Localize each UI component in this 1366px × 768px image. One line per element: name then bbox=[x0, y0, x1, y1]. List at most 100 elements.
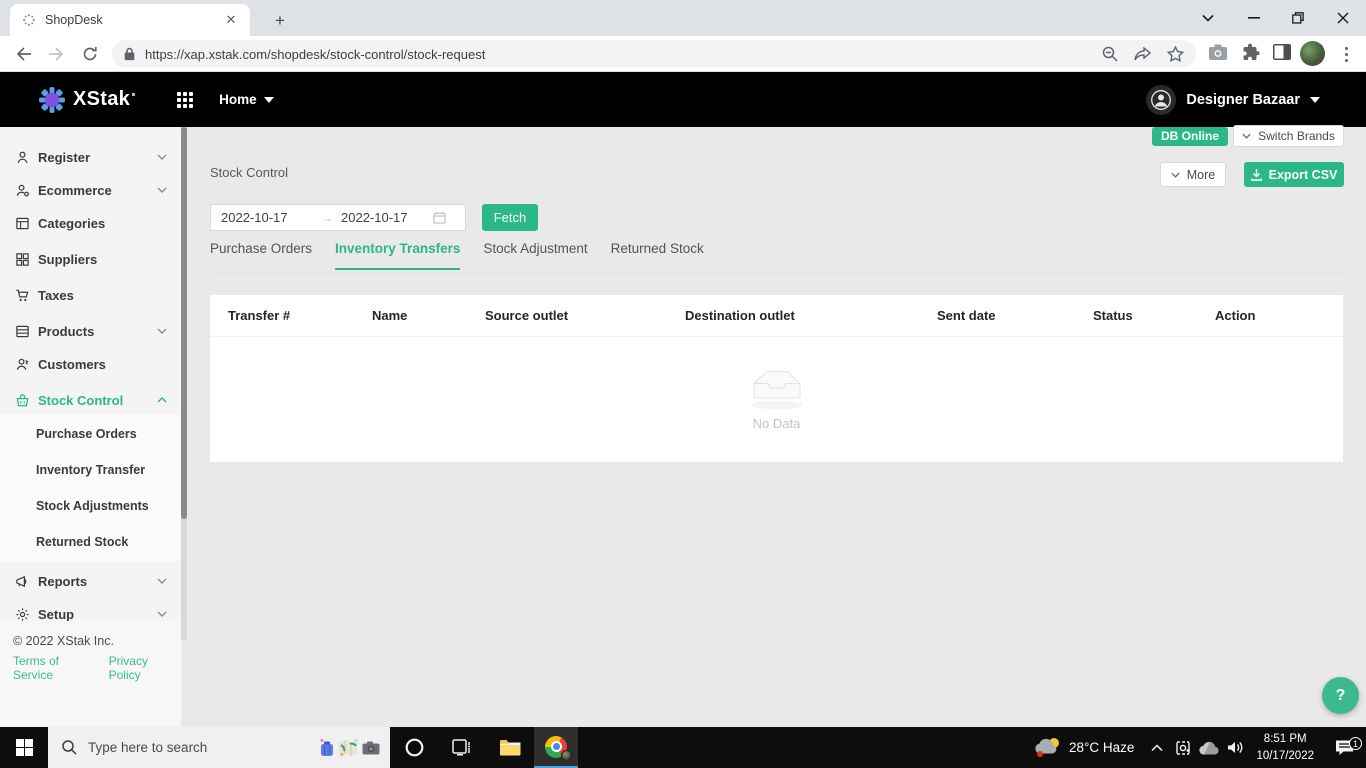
sidebar-subitem-purchase-orders[interactable]: Purchase Orders bbox=[36, 427, 137, 441]
col-name: Name bbox=[372, 308, 408, 323]
sidebar-item-ecommerce[interactable]: Ecommerce bbox=[0, 178, 181, 202]
sidebar-label: Categories bbox=[38, 215, 106, 231]
app-body: Register Ecommerce Categories Suppliers … bbox=[0, 125, 1366, 727]
weather-icon bbox=[1034, 737, 1060, 758]
copyright-text: © 2022 XStak Inc. bbox=[13, 634, 114, 648]
person-icon bbox=[15, 150, 31, 165]
col-source-outlet: Source outlet bbox=[485, 308, 569, 323]
volume-icon[interactable] bbox=[1222, 740, 1248, 755]
date-to-input[interactable]: 2022-10-17 bbox=[341, 210, 433, 225]
sidebar-subitem-inventory-transfer[interactable]: Inventory Transfer bbox=[36, 463, 145, 477]
sidebar-item-register[interactable]: Register bbox=[0, 145, 181, 169]
window-close-button[interactable] bbox=[1328, 6, 1358, 30]
url-text[interactable]: https://xap.xstak.com/shopdesk/stock-con… bbox=[145, 47, 1086, 62]
sidebar-item-reports[interactable]: Reports bbox=[0, 569, 181, 593]
tab-title: ShopDesk bbox=[45, 13, 103, 27]
fetch-button[interactable]: Fetch bbox=[482, 204, 538, 231]
tab-stock-adjustment[interactable]: Stock Adjustment bbox=[483, 241, 587, 268]
camera-icon bbox=[362, 741, 380, 754]
browser-tab[interactable]: ShopDesk ✕ bbox=[10, 4, 250, 36]
tab-returned-stock[interactable]: Returned Stock bbox=[611, 241, 704, 268]
side-panel-icon[interactable] bbox=[1272, 43, 1292, 61]
forward-button[interactable] bbox=[44, 42, 68, 66]
sidebar-label: Stock Control bbox=[38, 392, 124, 408]
date-range-picker[interactable]: 2022-10-17 → 2022-10-17 bbox=[210, 204, 466, 231]
tab-purchase-orders[interactable]: Purchase Orders bbox=[210, 241, 312, 268]
chevron-down-icon bbox=[1242, 133, 1251, 139]
more-label: More bbox=[1186, 167, 1216, 182]
cortana-button[interactable] bbox=[390, 727, 438, 768]
new-tab-button[interactable]: + bbox=[268, 9, 292, 33]
refresh-button[interactable] bbox=[78, 42, 102, 66]
weather-widget[interactable]: 28°C Haze bbox=[1024, 737, 1144, 758]
address-bar[interactable]: https://xap.xstak.com/shopdesk/stock-con… bbox=[112, 40, 1196, 68]
search-icon bbox=[62, 740, 77, 755]
tab-search-chevron-icon[interactable] bbox=[1193, 6, 1223, 30]
screenshot-camera-icon[interactable] bbox=[1208, 43, 1228, 61]
window-minimize-button[interactable] bbox=[1239, 6, 1269, 30]
sidebar-subitem-returned-stock[interactable]: Returned Stock bbox=[36, 535, 128, 549]
taskbar-search-input[interactable]: Type here to search bbox=[48, 727, 390, 768]
arrow-right-icon: → bbox=[321, 210, 333, 225]
user-menu[interactable]: Designer Bazaar bbox=[1146, 84, 1320, 115]
zoom-out-icon[interactable] bbox=[1102, 46, 1118, 62]
chrome-profile-badge bbox=[561, 750, 572, 761]
meet-now-icon[interactable] bbox=[1170, 740, 1196, 756]
browser-profile-avatar[interactable] bbox=[1300, 41, 1325, 66]
task-view-button[interactable] bbox=[438, 727, 486, 768]
chevron-down-icon bbox=[157, 578, 167, 584]
tab-close-icon[interactable]: ✕ bbox=[222, 11, 240, 29]
sidebar-item-customers[interactable]: Customers bbox=[0, 352, 181, 376]
share-icon[interactable] bbox=[1134, 46, 1151, 62]
lock-icon[interactable] bbox=[124, 47, 135, 61]
bookmark-star-icon[interactable] bbox=[1167, 46, 1184, 62]
chevron-down-icon bbox=[157, 154, 167, 160]
db-status-badge: DB Online bbox=[1152, 127, 1229, 146]
more-button[interactable]: More bbox=[1160, 162, 1226, 187]
sidebar-item-stock-control[interactable]: Stock Control bbox=[0, 388, 181, 412]
chevron-down-icon bbox=[1310, 96, 1320, 103]
people-icon bbox=[15, 357, 31, 372]
chevron-down-icon bbox=[1171, 172, 1180, 178]
sidebar-item-products[interactable]: Products bbox=[0, 319, 181, 343]
tray-chevron-up-icon[interactable] bbox=[1144, 743, 1170, 752]
taskbar-clock[interactable]: 8:51 PM 10/17/2022 bbox=[1248, 731, 1322, 764]
sidebar-item-categories[interactable]: Categories bbox=[0, 211, 181, 235]
chrome-taskbar-button[interactable] bbox=[534, 727, 578, 768]
taskbar: Type here to search 28°C Haze 8:51 PM 10… bbox=[0, 727, 1366, 768]
map-icon bbox=[339, 739, 358, 756]
sidebar-item-suppliers[interactable]: Suppliers bbox=[0, 247, 181, 271]
onedrive-icon[interactable] bbox=[1196, 741, 1222, 755]
privacy-link[interactable]: Privacy Policy bbox=[109, 654, 181, 682]
extensions-puzzle-icon[interactable] bbox=[1241, 43, 1260, 62]
start-button[interactable] bbox=[0, 727, 48, 768]
sidebar-subitem-stock-adjustments[interactable]: Stock Adjustments bbox=[36, 499, 149, 513]
switch-brands-label: Switch Brands bbox=[1258, 129, 1335, 143]
browser-tabstrip: ShopDesk ✕ + bbox=[0, 0, 1366, 36]
help-button[interactable]: ? bbox=[1322, 677, 1359, 714]
calendar-icon bbox=[433, 211, 446, 224]
tab-inventory-transfers[interactable]: Inventory Transfers bbox=[335, 241, 461, 270]
action-center-button[interactable]: 1 bbox=[1322, 737, 1366, 756]
brand-trademark bbox=[132, 93, 136, 96]
col-sent-date: Sent date bbox=[937, 308, 996, 323]
brand[interactable]: XStak bbox=[38, 86, 136, 114]
home-menu[interactable]: Home bbox=[219, 92, 274, 107]
table-header-row: Transfer # Name Source outlet Destinatio… bbox=[210, 295, 1343, 337]
apps-grid-icon[interactable] bbox=[177, 91, 194, 108]
sidebar-label: Customers bbox=[38, 356, 106, 372]
switch-brands-button[interactable]: Switch Brands bbox=[1233, 125, 1344, 147]
cart-icon bbox=[15, 288, 31, 303]
terms-link[interactable]: Terms of Service bbox=[13, 654, 100, 682]
date-from-input[interactable]: 2022-10-17 bbox=[221, 210, 313, 225]
browser-menu-icon[interactable] bbox=[1338, 42, 1354, 66]
search-placeholder: Type here to search bbox=[88, 740, 208, 755]
sidebar-item-taxes[interactable]: Taxes bbox=[0, 283, 181, 307]
back-button[interactable] bbox=[12, 42, 36, 66]
export-csv-button[interactable]: Export CSV bbox=[1244, 162, 1344, 187]
window-restore-button[interactable] bbox=[1283, 6, 1313, 30]
luggage-icon bbox=[320, 738, 333, 756]
search-highlight-icons[interactable] bbox=[319, 738, 380, 758]
col-transfer: Transfer # bbox=[228, 308, 291, 323]
file-explorer-button[interactable] bbox=[486, 727, 534, 768]
